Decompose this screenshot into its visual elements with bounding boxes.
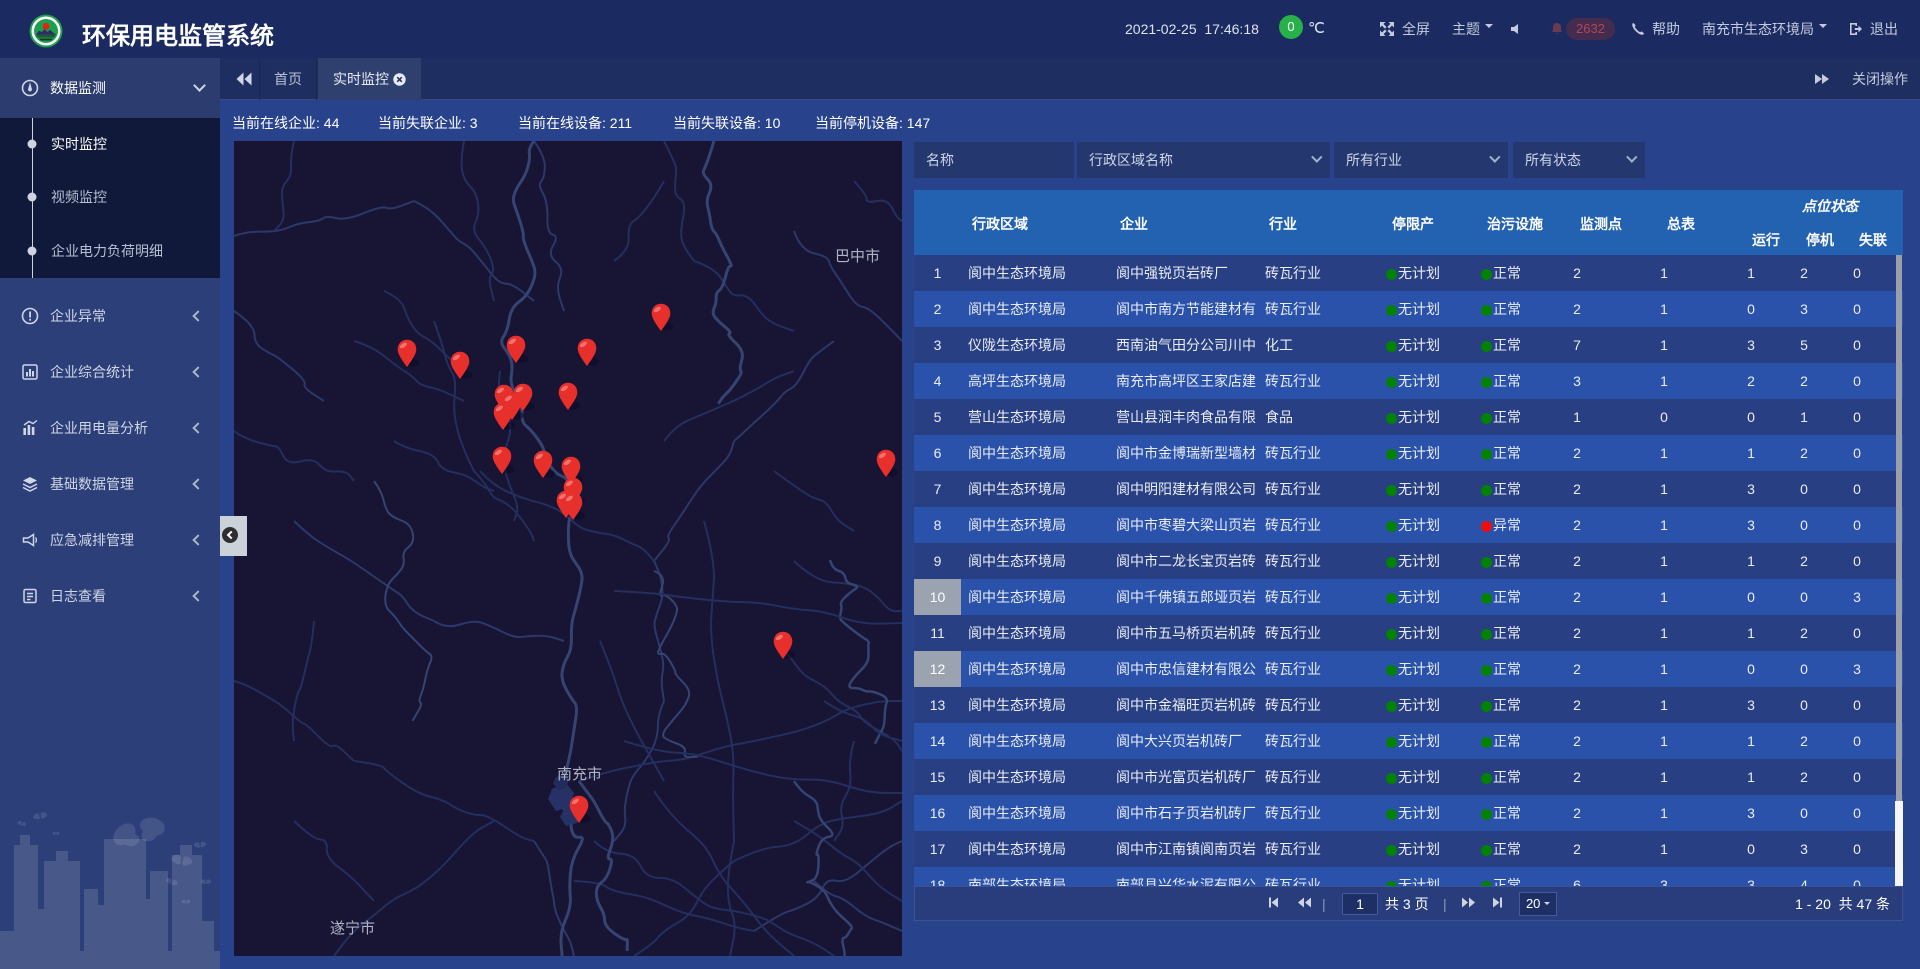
svg-text:遂宁市: 遂宁市 (330, 920, 375, 937)
